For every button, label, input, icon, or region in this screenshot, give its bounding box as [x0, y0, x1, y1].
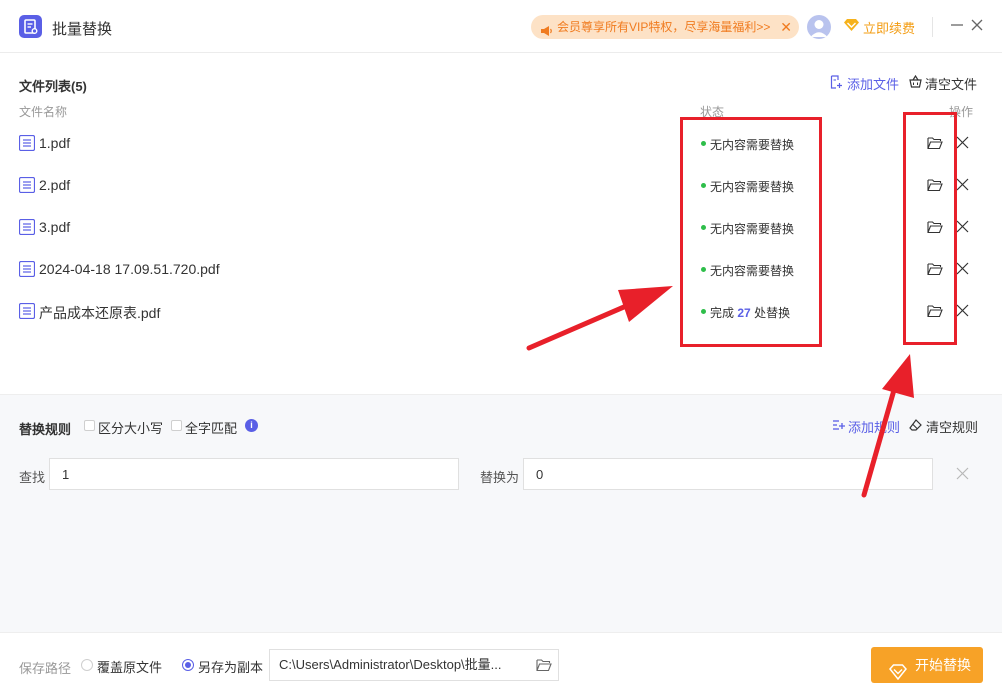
annotation-arrows — [526, 286, 914, 498]
